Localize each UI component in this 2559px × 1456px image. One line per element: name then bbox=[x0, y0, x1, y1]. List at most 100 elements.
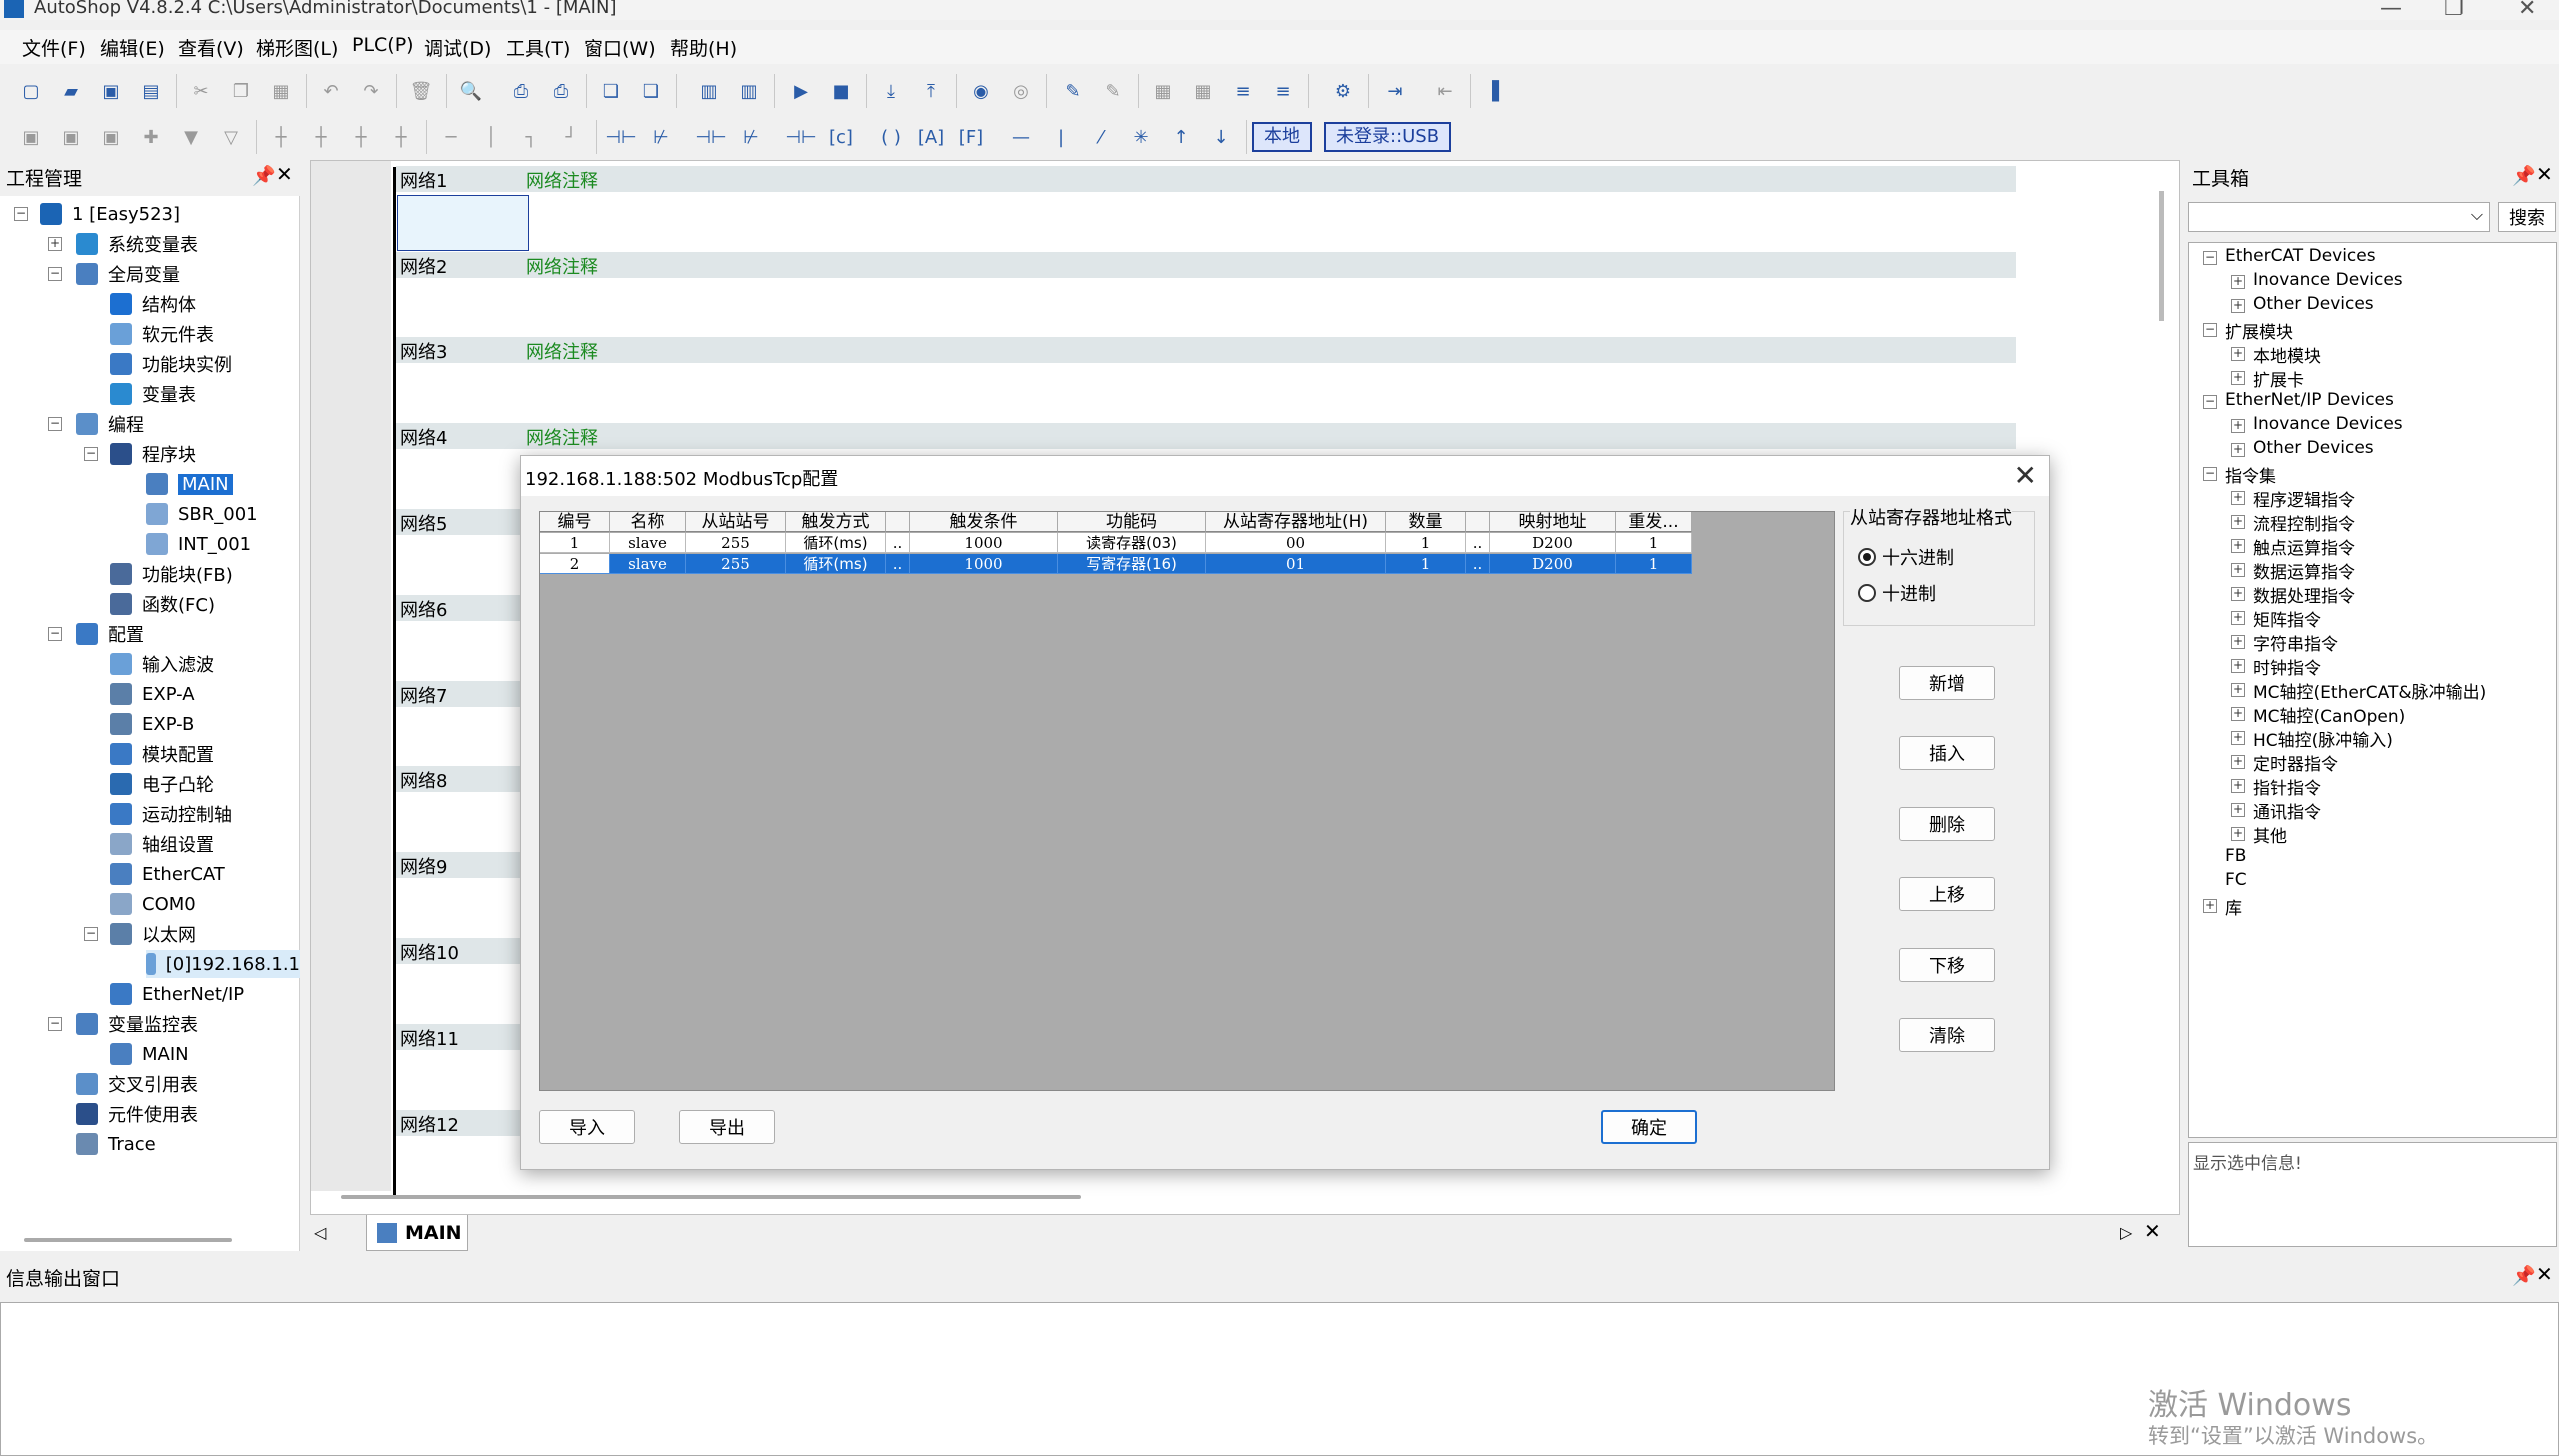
delete-button[interactable]: 删除 bbox=[1899, 807, 1995, 841]
window-tile-icon[interactable]: ❏ bbox=[636, 76, 666, 106]
tree-function-blocks[interactable]: 功能块(FB) bbox=[110, 560, 233, 588]
editor-hscroll[interactable] bbox=[341, 1195, 1081, 1199]
tree-program-blocks[interactable]: 程序块 bbox=[110, 440, 196, 468]
grid-header[interactable]: 触发条件 bbox=[910, 512, 1058, 532]
function-icon[interactable]: [F] bbox=[956, 122, 986, 152]
tb-other-devices[interactable]: Other Devices bbox=[2253, 294, 2374, 314]
delete-branch-icon[interactable]: ┼ bbox=[346, 122, 376, 152]
test-icon[interactable]: ⚙ bbox=[1328, 76, 1358, 106]
menu-help[interactable]: 帮助(H) bbox=[670, 34, 737, 61]
tb-string[interactable]: 字符串指令 bbox=[2253, 630, 2338, 655]
chevron-down-icon[interactable]: ⌵ bbox=[2471, 205, 2483, 225]
coil-icon[interactable]: ( ) bbox=[876, 122, 906, 152]
tree-var-monitor[interactable]: 变量监控表 bbox=[76, 1010, 198, 1038]
delete-line-icon[interactable]: ✳ bbox=[1126, 122, 1156, 152]
run-icon[interactable]: ▶ bbox=[786, 76, 816, 106]
invert-icon[interactable]: ⁄ bbox=[1086, 122, 1116, 152]
tab-main[interactable]: MAIN bbox=[366, 1215, 468, 1251]
monitor-stop-icon[interactable]: ◎ bbox=[1006, 76, 1036, 106]
parallel-no-icon[interactable]: ⊣⊢ bbox=[695, 122, 726, 152]
tree-programming[interactable]: 编程 bbox=[76, 410, 144, 438]
cut-icon[interactable]: ✂ bbox=[186, 76, 216, 106]
tree-trace[interactable]: Trace bbox=[76, 1130, 156, 1158]
panel-close-icon[interactable]: ✕ bbox=[2536, 1262, 2553, 1286]
panel-close-icon[interactable]: ✕ bbox=[276, 162, 293, 186]
local-mode-button[interactable]: 本地 bbox=[1252, 122, 1312, 152]
pin-icon[interactable]: 📌 bbox=[2512, 164, 2536, 187]
hline-icon[interactable]: ─ bbox=[436, 122, 466, 152]
tree-int001[interactable]: INT_001 bbox=[146, 530, 251, 558]
edit-icon[interactable]: ✎ bbox=[1098, 76, 1128, 106]
tree-com0[interactable]: COM0 bbox=[110, 890, 196, 918]
modbus-grid[interactable]: 编号 名称 从站站号 触发方式 触发条件 功能码 从站寄存器地址(H) 数量 映… bbox=[539, 511, 1835, 1091]
copy-icon[interactable]: ❐ bbox=[226, 76, 256, 106]
tree-config[interactable]: 配置 bbox=[76, 620, 144, 648]
print-icon[interactable]: ⎙ bbox=[546, 76, 576, 106]
insert-row-icon[interactable]: ▼ bbox=[176, 122, 206, 152]
tb-expansion-modules[interactable]: 扩展模块 bbox=[2225, 318, 2293, 343]
tb-program-logic[interactable]: 程序逻辑指令 bbox=[2253, 486, 2355, 511]
grid-header[interactable]: 从站站号 bbox=[686, 512, 786, 532]
grid-header[interactable]: 触发方式 bbox=[786, 512, 886, 532]
redo-icon[interactable]: ↷ bbox=[356, 76, 386, 106]
radio-decimal[interactable]: 十进制 bbox=[1858, 580, 1936, 606]
pin-icon[interactable]: 📌 bbox=[252, 164, 276, 187]
undo-icon[interactable]: ↶ bbox=[316, 76, 346, 106]
insert-contact-icon[interactable]: ✚ bbox=[136, 122, 166, 152]
tree-e-cam[interactable]: 电子凸轮 bbox=[110, 770, 214, 798]
grid-header[interactable]: 功能码 bbox=[1058, 512, 1206, 532]
tree-axis-group[interactable]: 轴组设置 bbox=[110, 830, 214, 858]
tb-contact-operation[interactable]: 触点运算指令 bbox=[2253, 534, 2355, 559]
toolbox-search-input[interactable]: ⌵ bbox=[2188, 202, 2490, 232]
save-all-icon[interactable]: ▤ bbox=[136, 76, 166, 106]
tree-main[interactable]: MAIN bbox=[146, 470, 233, 498]
tree-input-filter[interactable]: 输入滤波 bbox=[110, 650, 214, 678]
network-row[interactable]: 网络6 bbox=[396, 595, 522, 621]
set-value-icon[interactable]: ≡ bbox=[1228, 76, 1258, 106]
tab-scroll-left-icon[interactable]: ◁ bbox=[314, 1223, 326, 1242]
ok-button[interactable]: 确定 bbox=[1601, 1110, 1697, 1144]
pin-icon[interactable]: 📌 bbox=[2512, 1264, 2536, 1287]
editor-cursor[interactable] bbox=[397, 195, 529, 251]
monitor-icon[interactable]: ◉ bbox=[966, 76, 996, 106]
tree-global-vars[interactable]: 全局变量 bbox=[76, 260, 180, 288]
arrow-down-icon[interactable]: ↓ bbox=[1206, 122, 1236, 152]
network-row[interactable]: 网络7 bbox=[396, 681, 522, 707]
menu-ladder[interactable]: 梯形图(L) bbox=[256, 34, 338, 61]
horizontal-line-icon[interactable]: — bbox=[1006, 122, 1036, 152]
tb-other-devices-2[interactable]: Other Devices bbox=[2253, 438, 2374, 458]
insert-branch2-icon[interactable]: ┼ bbox=[306, 122, 336, 152]
tree-usage-table[interactable]: 元件使用表 bbox=[76, 1100, 198, 1128]
parallel-nc-icon[interactable]: ⊬ bbox=[736, 122, 766, 152]
menu-edit[interactable]: 编辑(E) bbox=[100, 34, 165, 61]
tb-instruction-set[interactable]: 指令集 bbox=[2225, 462, 2276, 487]
tb-library[interactable]: 库 bbox=[2225, 894, 2242, 919]
network-row[interactable]: 网络11 bbox=[396, 1024, 522, 1050]
window-cascade-icon[interactable]: ❏ bbox=[596, 76, 626, 106]
rising-edge-icon[interactable]: ⊣⊢ bbox=[785, 122, 816, 152]
dialog-close-button[interactable]: ✕ bbox=[2014, 459, 2037, 492]
network-row[interactable]: 网络9 bbox=[396, 852, 522, 878]
tree-system-vars[interactable]: 系统变量表 bbox=[76, 230, 198, 258]
minimize-button[interactable]: — bbox=[2380, 0, 2402, 21]
coil-c-icon[interactable]: [c] bbox=[826, 122, 856, 152]
grid-header[interactable]: 重发... bbox=[1616, 512, 1692, 532]
compile-all-icon[interactable]: ▥ bbox=[734, 76, 764, 106]
tree-exp-a[interactable]: EXP-A bbox=[110, 680, 195, 708]
tree-cross-ref[interactable]: 交叉引用表 bbox=[76, 1070, 198, 1098]
tree-motion-axis[interactable]: 运动控制轴 bbox=[110, 800, 232, 828]
network-row[interactable]: 网络12 bbox=[396, 1110, 522, 1136]
tree-fb-instance[interactable]: 功能块实例 bbox=[110, 350, 232, 378]
print-preview-icon[interactable]: ⎙ bbox=[506, 76, 536, 106]
network-row[interactable]: 网络10 bbox=[396, 938, 522, 964]
tab-close-icon[interactable]: ✕ bbox=[2144, 1219, 2161, 1243]
save-icon[interactable]: ▣ bbox=[96, 76, 126, 106]
logout-icon[interactable]: ⇤ bbox=[1430, 76, 1460, 106]
tb-expansion-card[interactable]: 扩展卡 bbox=[2253, 366, 2304, 391]
tb-pointer[interactable]: 指针指令 bbox=[2253, 774, 2321, 799]
apply-instruction-icon[interactable]: [A] bbox=[916, 122, 946, 152]
lad-icon[interactable]: ▣ bbox=[16, 122, 46, 152]
tb-data-operation[interactable]: 数据运算指令 bbox=[2253, 558, 2355, 583]
tree-module-config[interactable]: 模块配置 bbox=[110, 740, 214, 768]
delete-row-icon[interactable]: ▽ bbox=[216, 122, 246, 152]
